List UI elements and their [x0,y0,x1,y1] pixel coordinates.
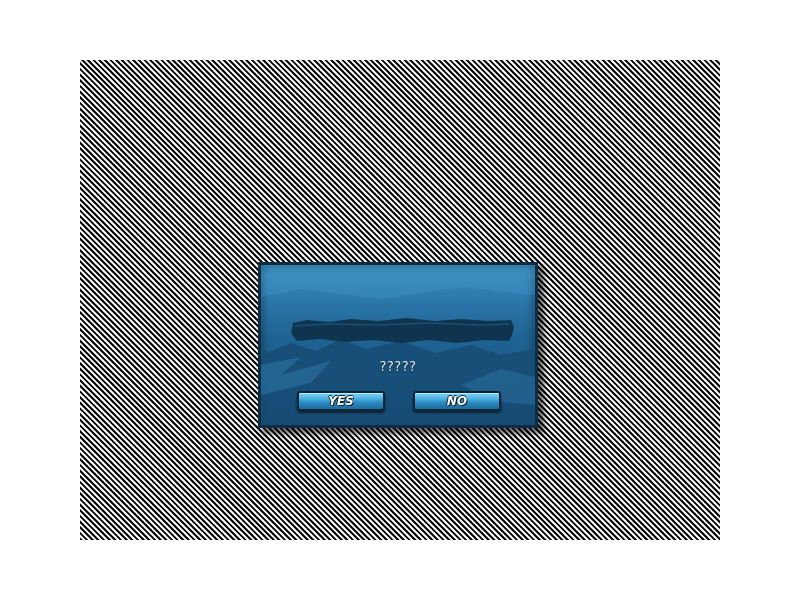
top-highlight-shape [261,265,535,299]
dialog-message: ????? [379,360,417,375]
no-button[interactable]: NO [413,391,501,411]
title-bar-shape [291,318,514,343]
title-bar-banner [291,318,514,343]
confirm-dialog: ????? YES NO [258,262,538,428]
yes-button[interactable]: YES [297,391,385,411]
